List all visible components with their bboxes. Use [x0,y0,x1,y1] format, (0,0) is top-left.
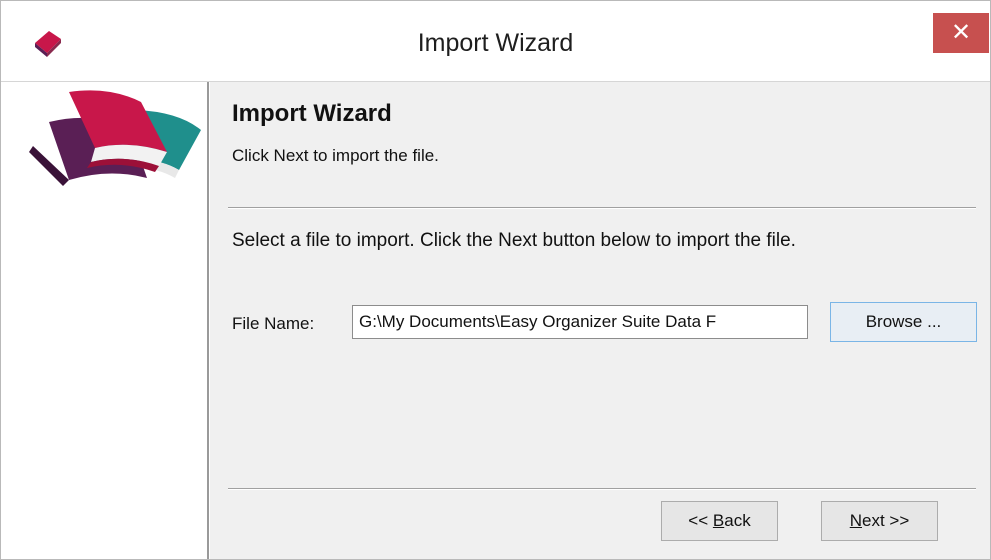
close-button[interactable]: ✕ [933,13,989,53]
browse-button[interactable]: Browse ... [830,302,977,342]
page-heading: Import Wizard [232,100,392,127]
title-bar[interactable]: Import Wizard ✕ [1,1,990,82]
back-button-mnemonic: B [712,511,725,530]
page-subheading: Click Next to import the file. [232,146,439,165]
wizard-content: Import Wizard Click Next to import the f… [210,82,990,559]
footer-separator [228,488,976,490]
import-wizard-window: Import Wizard ✕ Import Wizard Click Next… [0,0,991,560]
window-title: Import Wizard [417,29,574,57]
wizard-sidebar [1,82,207,559]
next-button[interactable]: Next >> [821,501,938,541]
header-separator [228,207,976,209]
back-button[interactable]: << Back [661,501,778,541]
file-name-input[interactable] [352,305,808,339]
file-name-label: File Name: [232,314,315,333]
instruction-text: Select a file to import. Click the Next … [232,230,796,251]
books-illustration-icon [29,90,201,186]
back-button-prefix: << [688,511,713,530]
next-button-label: ext >> [862,511,910,530]
next-button-mnemonic: N [849,511,862,530]
back-button-label: ack [724,511,751,530]
